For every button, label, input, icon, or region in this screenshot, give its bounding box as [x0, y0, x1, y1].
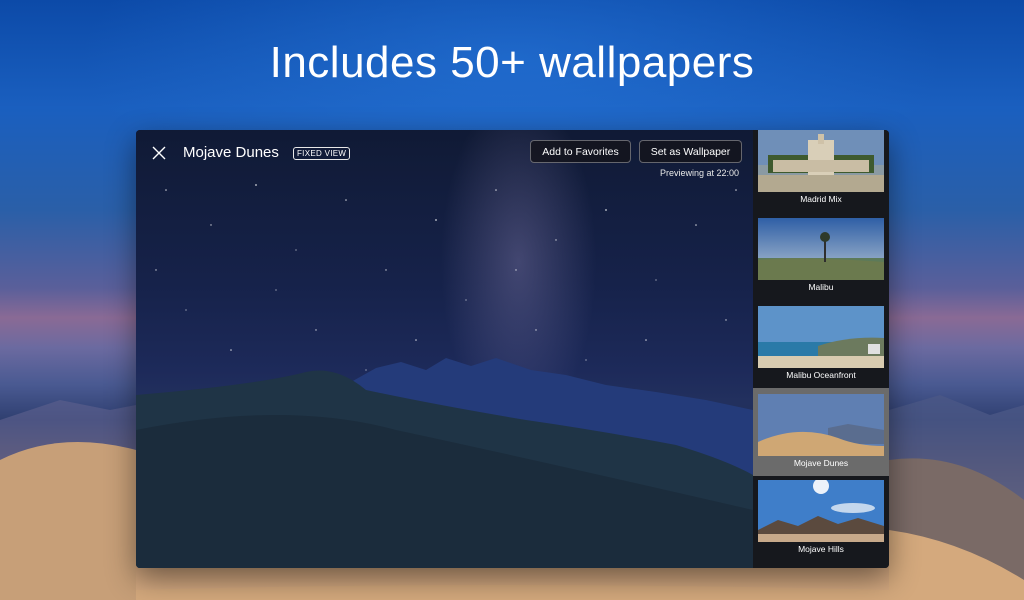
wallpaper-preview: Mojave Dunes FIXED VIEW Add to Favorites…: [136, 130, 753, 568]
madrid-mix-thumbnail: [758, 130, 884, 192]
wallpaper-list: Madrid Mix Malibu Malibu Oceanfront Moja…: [753, 130, 889, 568]
wallpaper-label: Mojave Hills: [798, 544, 844, 554]
wallpaper-item-madrid-mix[interactable]: Madrid Mix: [753, 130, 889, 218]
wallpaper-item-mojave-hills[interactable]: Mojave Hills: [753, 480, 889, 568]
mojave-hills-thumbnail: [758, 480, 884, 542]
malibu-thumbnail: [758, 218, 884, 280]
night-dunes-image: [136, 174, 753, 568]
wallpaper-item-mojave-dunes[interactable]: Mojave Dunes: [753, 388, 889, 476]
wallpaper-label: Malibu Oceanfront: [786, 370, 856, 380]
close-button[interactable]: [150, 144, 168, 162]
malibu-oceanfront-thumbnail: [758, 306, 884, 368]
wallpaper-label: Malibu: [808, 282, 834, 292]
wallpaper-app-window: Mojave Dunes FIXED VIEW Add to Favorites…: [136, 130, 889, 568]
wallpaper-item-malibu-oceanfront[interactable]: Malibu Oceanfront: [753, 306, 889, 394]
wallpaper-label: Madrid Mix: [800, 194, 842, 204]
wallpaper-label: Mojave Dunes: [793, 458, 849, 468]
headline: Includes 50+ wallpapers: [269, 38, 755, 87]
previewing-time: Previewing at 22:00: [659, 168, 739, 178]
add-to-favorites-button[interactable]: Add to Favorites: [530, 140, 631, 163]
set-as-wallpaper-button[interactable]: Set as Wallpaper: [639, 140, 742, 163]
close-icon: [152, 146, 166, 160]
wallpaper-title: Mojave Dunes: [183, 144, 279, 161]
wallpaper-item-malibu[interactable]: Malibu: [753, 218, 889, 306]
mojave-dunes-thumbnail: [758, 394, 884, 456]
fixed-view-badge: FIXED VIEW: [293, 147, 351, 160]
